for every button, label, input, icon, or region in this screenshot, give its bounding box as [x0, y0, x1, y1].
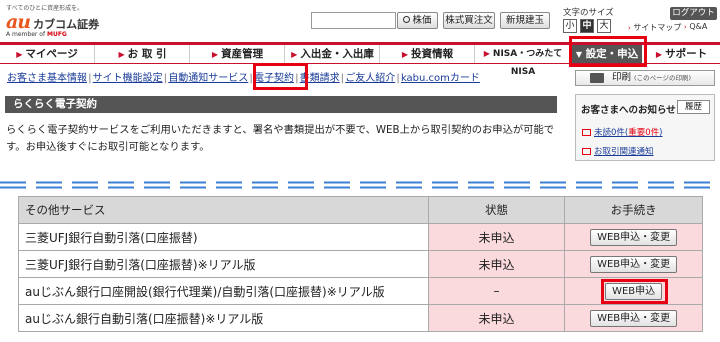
highlight-web-apply	[601, 279, 668, 304]
web-apply-change-button[interactable]: WEB申込・変更	[590, 228, 678, 246]
nav-support[interactable]: ▶ サポート	[643, 45, 720, 63]
nav-mypage[interactable]: ▶ マイページ	[0, 45, 95, 63]
subnav-friend-referral[interactable]: ご友人紹介	[345, 73, 395, 84]
other-services-table: その他サービス 状態 お手続き 三菱UFJ銀行自動引落(口座振替) 未申込 WE…	[18, 196, 703, 332]
table-row: auじぶん銀行自動引落(口座振替)※リアル版 未申込 WEB申込・変更	[18, 304, 703, 332]
service-status: –	[427, 277, 566, 305]
subnav-kabucom-card[interactable]: kabu.comカード	[401, 73, 480, 84]
printer-icon	[590, 73, 604, 83]
nav-trade[interactable]: ▶ お 取 引	[96, 45, 190, 63]
table-row: auじぶん銀行口座開設(銀行代理業)/自動引落(口座振替)※リアル版 – WEB…	[18, 277, 703, 305]
service-name: auじぶん銀行口座開設(銀行代理業)/自動引落(口座振替)※リアル版	[18, 277, 429, 305]
logo-name: カブコム証券	[33, 18, 100, 31]
search-icon	[403, 16, 411, 23]
logout-button[interactable]: ログアウト	[670, 7, 717, 20]
history-button[interactable]: 履歴	[677, 100, 710, 114]
section-title: らくらく電子契約	[5, 96, 557, 113]
au-kabucom-logo[interactable]: au カブコム証券 A member of MUFG	[6, 11, 99, 38]
dashed-divider	[0, 181, 720, 189]
subnav-customer-info[interactable]: お客さま基本情報	[7, 73, 87, 84]
mail-icon	[582, 148, 591, 155]
unread-notice-link[interactable]: 未読0件(重要0件)	[582, 126, 662, 138]
font-size-medium-button[interactable]: 中	[580, 19, 594, 33]
intro-text: らくらく電子契約サービスをご利用いただきますと、署名や書類提出が不要で、WEB上…	[6, 124, 555, 153]
web-apply-change-button[interactable]: WEB申込・変更	[590, 255, 678, 273]
qa-link[interactable]: › Q&A	[684, 22, 707, 31]
nav-deposit[interactable]: ▶ 入出金・入出庫	[286, 45, 380, 63]
logo-member-line: A member of MUFG	[6, 31, 67, 38]
stock-price-search-button[interactable]: 株価	[397, 12, 438, 29]
service-name: 三菱UFJ銀行自動引落(口座振替)	[18, 223, 429, 251]
sub-nav: お客さま基本情報|サイト機能設定|自動通知サービス|電子契約|書類請求|ご友人紹…	[7, 73, 480, 84]
nav-assets[interactable]: ▶ 資産管理	[191, 45, 285, 63]
triangle-right-icon: ▶	[483, 49, 490, 58]
subnav-site-settings[interactable]: サイト機能設定	[93, 73, 163, 84]
stock-search-input[interactable]	[311, 12, 396, 29]
header-status: 状態	[427, 196, 566, 224]
subnav-auto-notify[interactable]: 自動通知サービス	[168, 73, 248, 84]
triangle-right-icon: ▶	[211, 50, 219, 59]
service-name: 三菱UFJ銀行自動引落(口座振替)※リアル版	[18, 250, 429, 278]
chevron-right-icon: ›	[628, 24, 631, 32]
nav-nisa[interactable]: ▶ NISA・つみたてNISA	[476, 45, 571, 77]
chevron-right-icon: ›	[684, 23, 687, 31]
header-procedure: お手続き	[564, 196, 703, 224]
highlight-e-contract	[253, 63, 308, 90]
table-row: 三菱UFJ銀行自動引落(口座振替)※リアル版 未申込 WEB申込・変更	[18, 250, 703, 278]
highlight-settings	[569, 36, 647, 67]
service-status: 未申込	[427, 250, 566, 278]
font-size-large-button[interactable]: 大	[597, 19, 611, 33]
service-status: 未申込	[427, 223, 566, 251]
triangle-right-icon: ▶	[401, 50, 409, 59]
notice-panel: お客さまへのお知らせ 履歴 未読0件(重要0件) お取引関連通知	[575, 94, 715, 161]
sitemap-link[interactable]: › サイトマップ	[628, 22, 681, 33]
service-name: auじぶん銀行自動引落(口座振替)※リアル版	[18, 304, 429, 332]
triangle-right-icon: ▶	[16, 50, 23, 59]
web-apply-change-button[interactable]: WEB申込・変更	[590, 309, 678, 327]
mail-icon	[582, 129, 591, 136]
service-status: 未申込	[427, 304, 566, 332]
font-size-label: 文字のサイズ	[563, 8, 614, 18]
table-row: 三菱UFJ銀行自動引落(口座振替) 未申込 WEB申込・変更	[18, 223, 703, 251]
header-service: その他サービス	[18, 196, 429, 224]
print-button[interactable]: 印刷 (このページの印刷)	[575, 70, 715, 86]
stock-buy-order-button[interactable]: 株式買注文	[443, 12, 495, 29]
triangle-right-icon: ▶	[118, 50, 125, 59]
logo-au: au	[6, 11, 31, 33]
triangle-right-icon: ▶	[655, 50, 663, 59]
font-size-small-button[interactable]: 小	[563, 19, 577, 33]
notice-title: お客さまへのお知らせ	[581, 105, 676, 116]
table-header-row: その他サービス 状態 お手続き	[18, 196, 703, 224]
triangle-right-icon: ▶	[291, 50, 298, 59]
trade-notice-link[interactable]: お取引関連通知	[582, 145, 654, 157]
nav-investment-info[interactable]: ▶ 投資情報	[381, 45, 475, 63]
new-position-button[interactable]: 新規建玉	[500, 12, 550, 29]
